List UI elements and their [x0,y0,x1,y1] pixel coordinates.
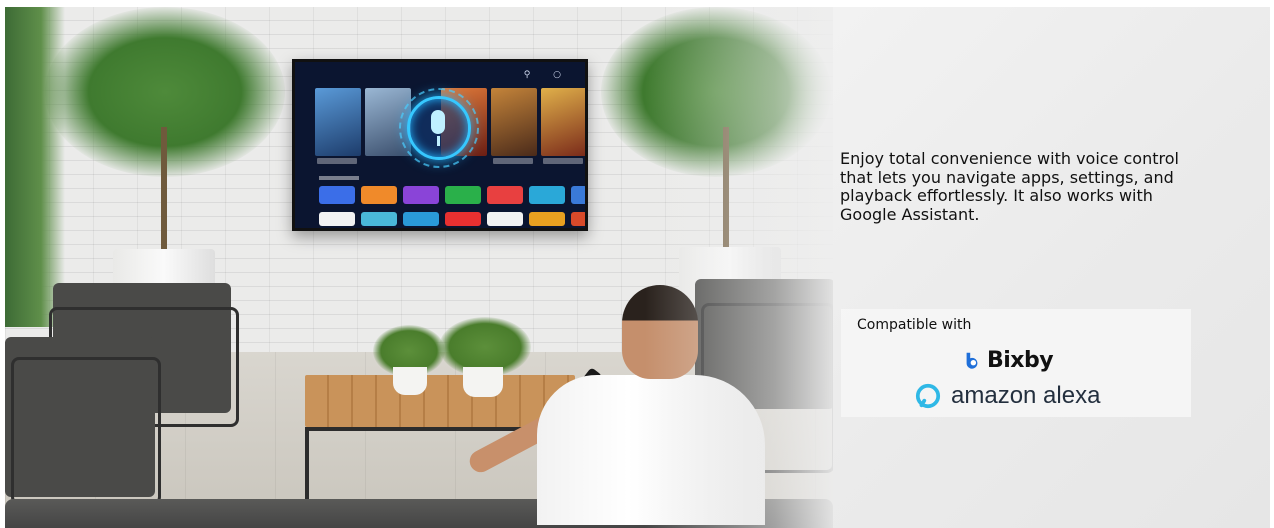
tv-app-tile [571,212,585,226]
tv-caption [317,158,357,164]
tv-app-tile [319,186,355,204]
bixby-wordmark: Bixby [987,347,1054,373]
alexa-ring-icon [915,383,941,409]
living-room-photo: ⚲ ○ [5,7,833,528]
tv-app-tile [487,186,523,204]
plant-pot [463,367,503,397]
microphone-stand [437,136,440,146]
tv-app-tile [361,212,397,226]
photo-fade [645,7,833,528]
tv-app-tile [571,186,585,204]
tv-caption [493,158,533,164]
smart-tv: ⚲ ○ [292,59,588,231]
bixby-icon [966,352,978,369]
table-leg [305,427,309,499]
search-icon: ⚲ ○ [523,70,571,80]
palm-trunk-left [161,127,167,257]
tv-row-label [319,176,359,180]
alexa-wordmark: amazon alexa [951,382,1101,409]
tv-app-tile [403,212,439,226]
tv-app-tile [529,212,565,226]
tv-poster [541,88,585,156]
tv-app-tile [403,186,439,204]
product-banner: ⚲ ○ Enjoy total convenience with voice c… [5,7,1270,528]
tv-app-tile [445,212,481,226]
armchair-frame-left-front [11,357,161,505]
compatibility-box: Compatible with Bixby amazon alexa [841,309,1191,417]
bixby-logo: Bixby [963,345,1054,375]
tv-app-tile [319,212,355,226]
tv-caption [543,158,583,164]
tv-app-tile [445,186,481,204]
tv-app-tile [529,186,565,204]
tv-poster [491,88,537,156]
compatibility-title: Compatible with [857,317,972,333]
plant-pot [393,367,427,395]
microphone-icon [431,110,445,134]
tv-poster [315,88,361,156]
tv-app-tile [361,186,397,204]
info-panel: Enjoy total convenience with voice contr… [833,7,1270,528]
feature-description: Enjoy total convenience with voice contr… [840,149,1179,224]
tv-app-tile [487,212,523,226]
alexa-logo: amazon alexa [915,379,1100,413]
